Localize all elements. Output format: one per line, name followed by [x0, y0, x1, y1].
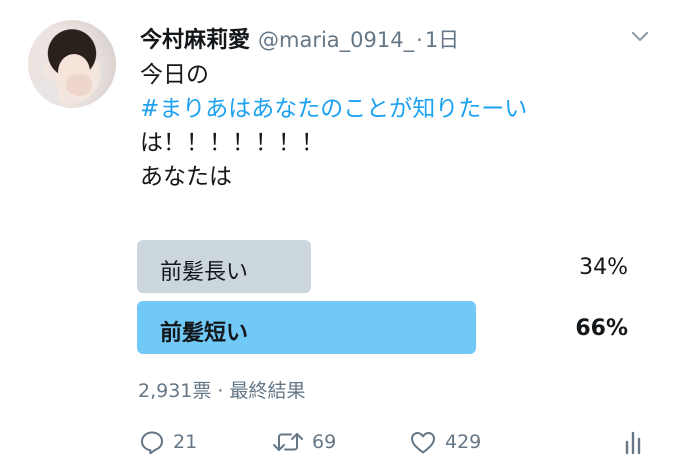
- header-separator: ·: [416, 28, 423, 52]
- display-name[interactable]: 今村麻莉愛: [140, 22, 250, 54]
- reply-count: 21: [173, 431, 198, 453]
- poll-summary: 2,931票 · 最終結果: [138, 380, 306, 402]
- like-button[interactable]: 429: [409, 424, 481, 460]
- heart-icon: [409, 429, 437, 455]
- retweet-count: 69: [312, 431, 337, 453]
- poll-option-percent: 66%: [575, 316, 628, 341]
- tweet-actions: 21 69 429: [0, 424, 680, 464]
- retweet-icon: [272, 429, 304, 455]
- tweet-timestamp[interactable]: 1日: [425, 24, 459, 54]
- tweet-header: 今村麻莉愛 @maria_0914_ · 1日: [140, 22, 459, 54]
- avatar[interactable]: [28, 20, 116, 108]
- reply-button[interactable]: 21: [139, 424, 197, 460]
- tweet-text-line: あなたは: [140, 164, 232, 190]
- analytics-button[interactable]: [624, 424, 646, 460]
- tweet-card[interactable]: 今村麻莉愛 @maria_0914_ · 1日 今日の #まりあはあなたのことが…: [0, 0, 680, 472]
- poll-option-label: 前髪短い: [160, 321, 249, 346]
- avatar-hand: [66, 74, 92, 96]
- poll-option-percent: 34%: [579, 255, 628, 280]
- user-handle[interactable]: @maria_0914_: [258, 28, 414, 52]
- like-count: 429: [445, 431, 482, 453]
- tweet-text: 今日の #まりあはあなたのことが知りたーい は！！！！！！！ あなたは: [140, 58, 527, 194]
- tweet-text-line: は！！！！！！！: [140, 130, 324, 156]
- reply-icon: [139, 429, 165, 455]
- analytics-icon: [624, 429, 646, 455]
- avatar-scarf: [32, 78, 58, 108]
- tweet-text-line: 今日の: [140, 62, 209, 88]
- retweet-button[interactable]: 69: [272, 424, 336, 460]
- poll-option-label: 前髪長い: [160, 260, 249, 285]
- chevron-down-icon[interactable]: [630, 26, 650, 46]
- hashtag-link[interactable]: #まりあはあなたのことが知りたーい: [140, 92, 527, 126]
